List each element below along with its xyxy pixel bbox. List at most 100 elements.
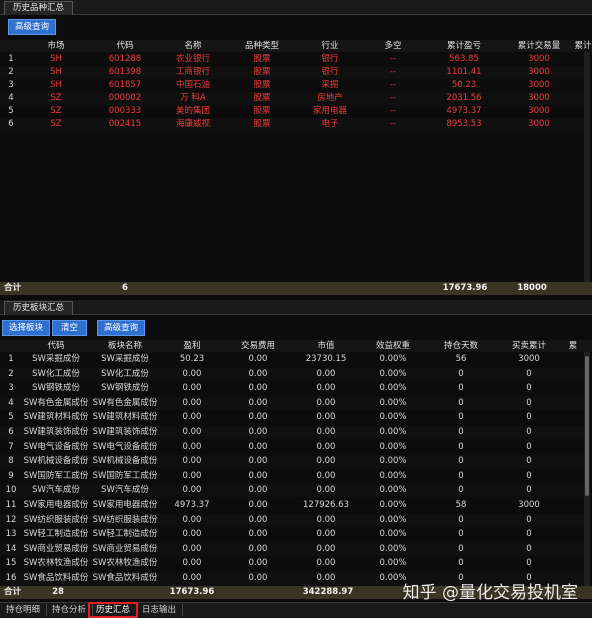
table-cell: 58 bbox=[455, 500, 467, 510]
column-header[interactable]: 市值 bbox=[292, 340, 360, 352]
table-cell: SW有色金属成份 bbox=[23, 397, 89, 408]
table-row[interactable]: 8 SW机械设备成份 SW机械设备成份 0.00 0.00 0.00 0.00% 0 0 bbox=[0, 455, 584, 469]
bottom-scrollbar[interactable] bbox=[584, 352, 590, 586]
table-cell: 0.00% bbox=[379, 383, 407, 394]
column-header[interactable]: 累 bbox=[562, 340, 584, 352]
table-cell: 0.00 bbox=[316, 543, 336, 554]
table-cell: 0.00 bbox=[316, 368, 336, 379]
tab-history-instruments[interactable]: 历史品种汇总 bbox=[4, 1, 74, 15]
table-cell: 000002 bbox=[108, 93, 142, 103]
table-cell: 银行 bbox=[321, 67, 339, 77]
table-cell: SW农林牧渔成份 bbox=[23, 558, 89, 569]
column-header[interactable]: 市场 bbox=[22, 40, 90, 52]
tab-position-analysis[interactable]: 持仓分析 bbox=[46, 604, 94, 616]
table-cell: 002415 bbox=[108, 119, 142, 129]
table-cell: 家用电器 bbox=[312, 106, 347, 116]
select-sector-button[interactable]: 选择板块 bbox=[2, 320, 51, 336]
table-row[interactable]: 9 SW国防军工成份 SW国防军工成份 0.00 0.00 0.00 0.00% 0 0 bbox=[0, 469, 584, 483]
table-row[interactable]: 11 SW家用电器成份 SW家用电器成份 4973.37 0.00 127926.63 0.… bbox=[0, 499, 584, 512]
tab-position-detail[interactable]: 持仓明细 bbox=[0, 604, 48, 616]
table-cell: 0.00 bbox=[248, 470, 268, 481]
table-row[interactable]: 3 SW钢铁成份 SW钢铁成份 0.00 0.00 0.00 0.00% 0 0 bbox=[0, 382, 584, 396]
table-cell: 4 bbox=[8, 397, 14, 408]
bottom-scrollbar-thumb[interactable] bbox=[585, 356, 589, 496]
table-cell: 3000 bbox=[528, 106, 550, 116]
column-header[interactable] bbox=[0, 340, 22, 352]
table-row[interactable]: 7 SW电气设备成份 SW电气设备成份 0.00 0.00 0.00 0.00% 0 0 bbox=[0, 440, 584, 454]
table-cell: 13 bbox=[5, 529, 17, 540]
table-cell: 1 bbox=[8, 354, 14, 364]
column-header[interactable]: 多空 bbox=[362, 40, 424, 52]
table-cell: 0 bbox=[526, 470, 532, 481]
table-row[interactable]: 2 SH 601398 工商银行 股票 银行 -- 1101.41 3000 bbox=[0, 66, 584, 79]
table-cell: 0.00% bbox=[379, 456, 407, 467]
table-row[interactable]: 4 SW有色金属成份 SW有色金属成份 0.00 0.00 0.00 0.00% 0 0 bbox=[0, 396, 584, 410]
table-cell: 4973.37 bbox=[174, 500, 210, 510]
table-cell: 股票 bbox=[253, 67, 271, 77]
table-cell: 股票 bbox=[253, 93, 271, 103]
table-row[interactable]: 1 SW采掘成份 SW采掘成份 50.23 0.00 23730.15 0.00% 56 300… bbox=[0, 353, 584, 366]
table-cell: SW建筑装饰成份 bbox=[92, 427, 158, 437]
clear-button[interactable]: 清空 bbox=[52, 320, 88, 336]
table-row[interactable]: 5 SZ 000333 美的集团 股票 家用电器 -- 4973.37 3000 bbox=[0, 105, 584, 118]
column-header[interactable]: 行业 bbox=[298, 40, 362, 52]
table-row[interactable]: 6 SZ 002415 海康威视 股票 电子 -- 8953.53 3000 bbox=[0, 118, 584, 131]
table-cell: 601398 bbox=[108, 67, 142, 77]
column-header[interactable]: 盈利 bbox=[160, 340, 224, 352]
table-row[interactable]: 14 SW商业贸易成份 SW商业贸易成份 0.00 0.00 0.00 0.00% 0 0 bbox=[0, 542, 584, 556]
column-header[interactable] bbox=[0, 40, 22, 52]
table-cell: 0.00 bbox=[182, 383, 202, 394]
table-row[interactable]: 10 SW汽车成份 SW汽车成份 0.00 0.00 0.00 0.00% 0 0 bbox=[0, 484, 584, 498]
table-row[interactable]: 13 SW轻工制造成份 SW轻工制造成份 0.00 0.00 0.00 0.00% 0 0 bbox=[0, 528, 584, 542]
table-cell: 3000 bbox=[528, 67, 550, 77]
tab-log-output[interactable]: 日志输出 bbox=[136, 604, 184, 616]
table-cell: 0 bbox=[458, 383, 464, 394]
table-cell: 3000 bbox=[518, 500, 540, 510]
table-row[interactable]: 5 SW建筑材料成份 SW建筑材料成份 0.00 0.00 0.00 0.00% 0 0 bbox=[0, 411, 584, 425]
top-table-header: 市场 代码 名称 品种类型 行业 多空 累计盈亏 累计交易量 累计 bbox=[0, 40, 592, 52]
top-advanced-query-button[interactable]: 高级查询 bbox=[8, 19, 57, 35]
table-row[interactable]: 12 SW纺织服装成份 SW纺织服装成份 0.00 0.00 0.00 0.00% 0 0 bbox=[0, 513, 584, 527]
table-cell: -- bbox=[389, 119, 397, 129]
table-cell: 工商银行 bbox=[175, 67, 210, 77]
column-header[interactable]: 累计 bbox=[574, 40, 592, 52]
table-cell: 0.00 bbox=[182, 427, 202, 437]
table-cell: 0.00 bbox=[182, 397, 202, 408]
column-header[interactable]: 效益权重 bbox=[360, 340, 426, 352]
table-cell: 0 bbox=[458, 441, 464, 452]
table-cell: SW商业贸易成份 bbox=[92, 543, 158, 554]
table-cell: SW建筑材料成份 bbox=[23, 412, 89, 423]
tab-history-sectors[interactable]: 历史板块汇总 bbox=[4, 301, 74, 315]
table-row[interactable]: 15 SW农林牧渔成份 SW农林牧渔成份 0.00 0.00 0.00 0.00% 0 0 bbox=[0, 557, 584, 571]
table-cell: 0.00% bbox=[379, 354, 407, 364]
table-row[interactable]: 6 SW建筑装饰成份 SW建筑装饰成份 0.00 0.00 0.00 0.00% 0 0 bbox=[0, 426, 584, 439]
table-cell: 0.00 bbox=[182, 558, 202, 569]
top-summary-row: 合计 6 17673.96 18000 bbox=[0, 282, 592, 295]
column-header[interactable]: 累计盈亏 bbox=[424, 40, 504, 52]
top-summary-count: 6 bbox=[122, 283, 128, 293]
column-header[interactable]: 持仓天数 bbox=[426, 340, 496, 352]
table-cell: 0.00 bbox=[182, 412, 202, 423]
table-cell: SW采掘成份 bbox=[32, 354, 80, 364]
column-header[interactable]: 代码 bbox=[22, 340, 90, 352]
table-cell: 8 bbox=[8, 456, 14, 467]
table-row[interactable]: 2 SW化工成份 SW化工成份 0.00 0.00 0.00 0.00% 0 0 bbox=[0, 367, 584, 381]
column-header[interactable]: 名称 bbox=[160, 40, 226, 52]
bottom-advanced-query-button[interactable]: 高级查询 bbox=[97, 320, 146, 336]
column-header[interactable]: 品种类型 bbox=[226, 40, 298, 52]
table-cell: 14 bbox=[5, 543, 17, 554]
table-cell: 0.00 bbox=[316, 397, 336, 408]
table-cell: 0.00 bbox=[248, 412, 268, 423]
column-header[interactable]: 交易费用 bbox=[224, 340, 292, 352]
bottom-table-header: 代码 板块名称 盈利 交易费用 市值 效益权重 持仓天数 买卖累计累 bbox=[0, 340, 592, 352]
column-header[interactable]: 代码 bbox=[90, 40, 160, 52]
table-row[interactable]: 3 SH 601857 中国石油 股票 采掘 -- 50.23 3000 bbox=[0, 79, 584, 92]
top-scrollbar[interactable] bbox=[584, 52, 590, 282]
column-header[interactable]: 买卖累计 bbox=[496, 340, 562, 352]
table-row[interactable]: 4 SZ 000002 万 科A 股票 房地产 -- 2031.56 3000 bbox=[0, 92, 584, 105]
table-row[interactable]: 1 SH 601288 农业银行 股票 银行 -- 563.85 3000 bbox=[0, 53, 584, 66]
column-header[interactable]: 板块名称 bbox=[90, 340, 160, 352]
column-header[interactable]: 累计交易量 bbox=[504, 40, 574, 52]
table-cell: 0 bbox=[526, 412, 532, 423]
table-cell: 2031.56 bbox=[446, 93, 482, 103]
